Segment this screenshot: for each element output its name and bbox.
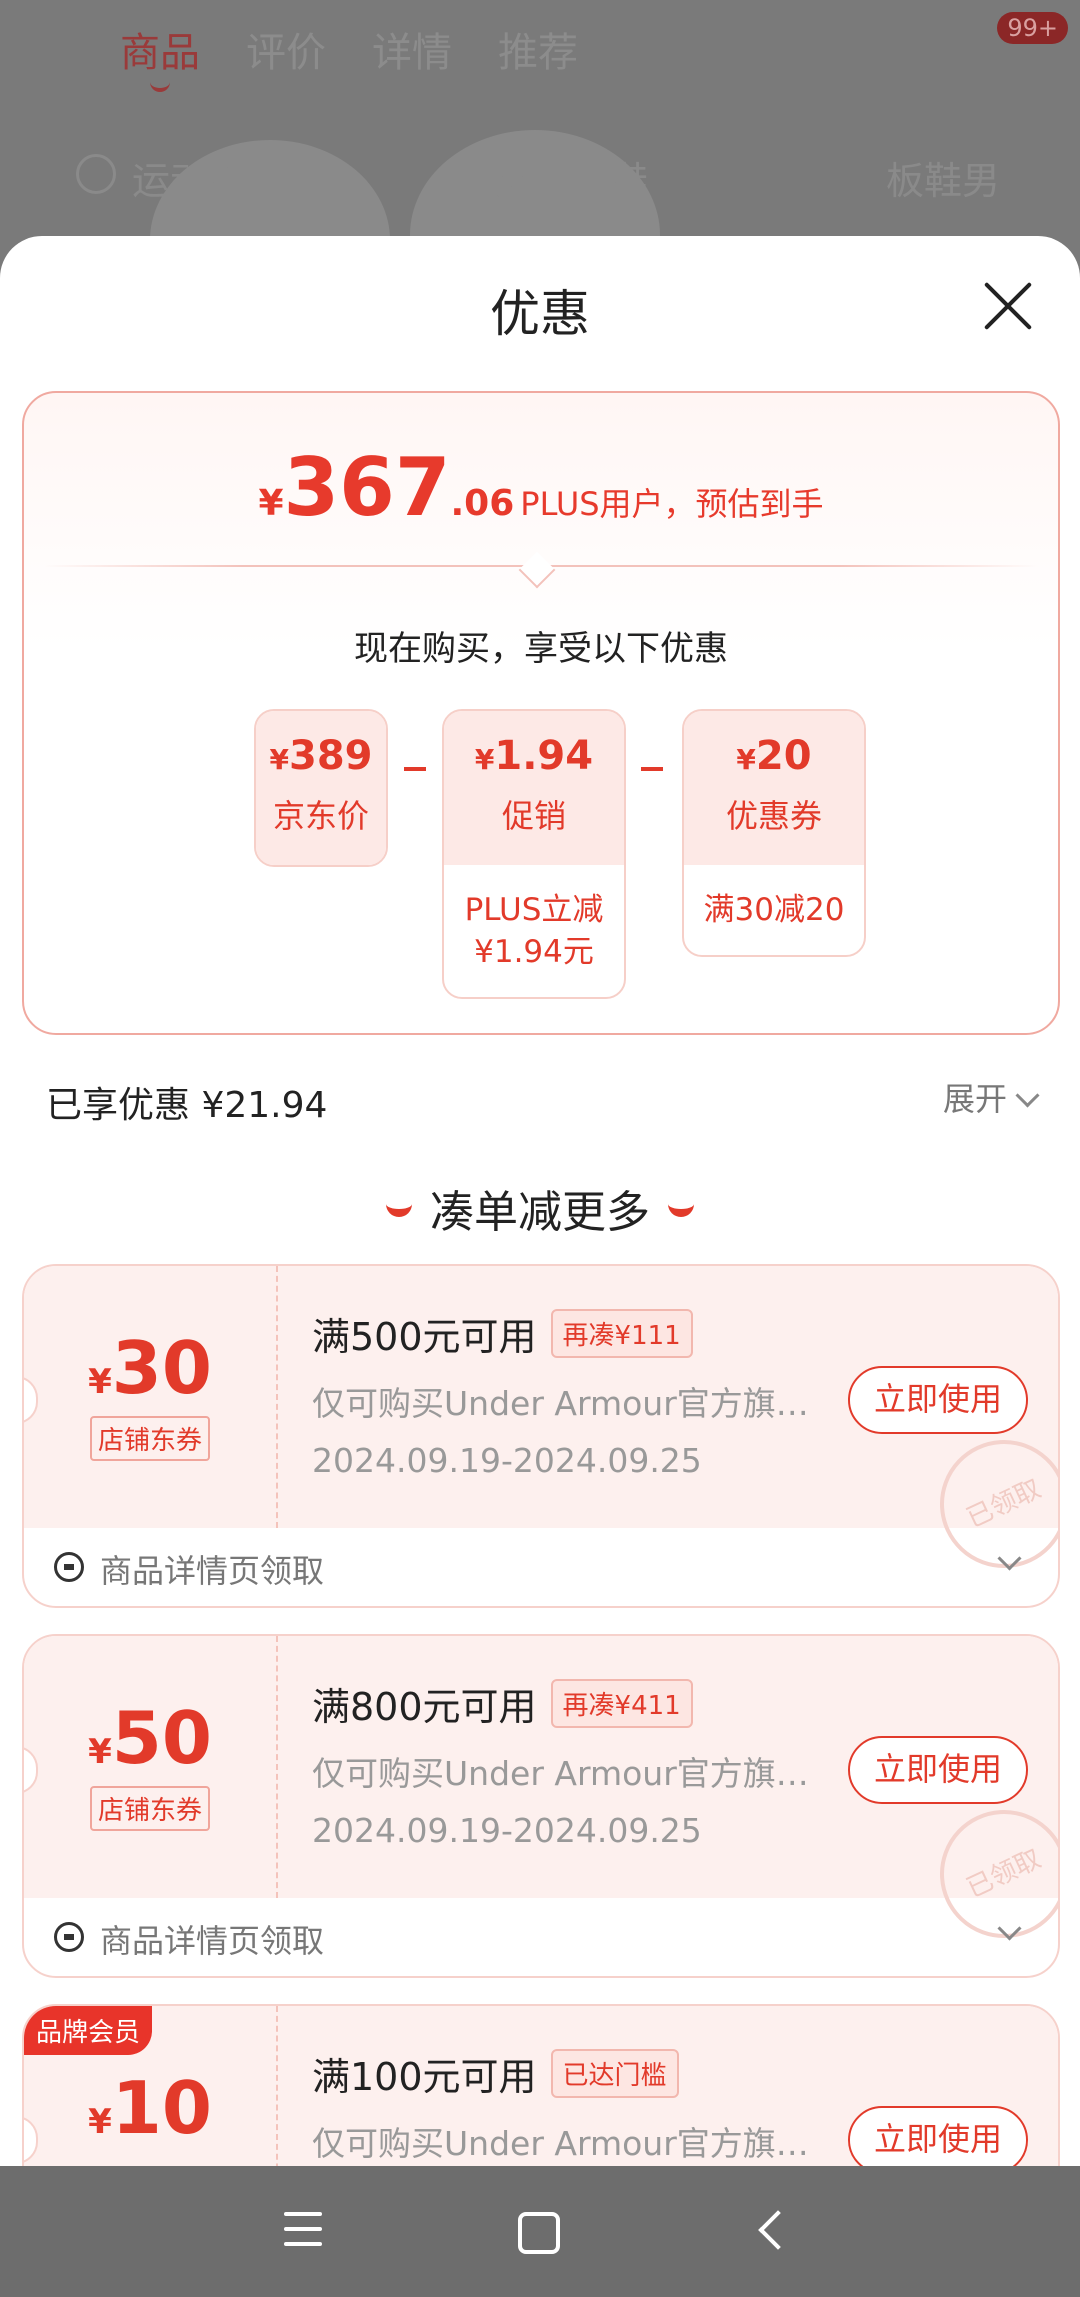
chip-label[interactable]: 运动鞋男 [132,150,284,205]
smile-icon [668,1195,694,1217]
coupon-source: 商品详情页领取 [100,1922,325,1960]
message-count-badge: 99+ [997,12,1068,44]
estimated-price: ¥367.06 PLUS用户，预估到手 [24,441,1058,534]
promotion-detail: PLUS立减 ¥1.94元 [464,892,604,970]
coupon-type: 店铺东券 [89,1416,210,1461]
enjoyed-discount: 已享优惠 ¥21.94 [46,1085,328,1126]
brand-member-badge: 品牌会员 [24,2006,153,2055]
product-tabs: 商品 评价 详情 推荐 [120,20,578,92]
use-now-button[interactable]: 立即使用 [848,2106,1028,2166]
smile-icon [386,1195,412,1217]
menu-icon[interactable] [284,2212,322,2257]
coupon-footer[interactable]: 商品详情页领取 [24,1898,1058,1976]
coupon-amount: 20 [755,733,812,779]
back-icon[interactable] [758,2210,798,2250]
home-icon[interactable] [518,2212,560,2254]
coupon-tag: 再凑¥111 [550,1309,693,1358]
coupon-detail: 满30减20 [703,892,845,928]
chevron-down-icon [997,1916,1022,1941]
use-now-button[interactable]: 立即使用 [848,1736,1028,1804]
tab-recommend[interactable]: 推荐 [498,20,578,78]
more-title-label: 凑单减更多 [430,1187,650,1238]
expand-label: 展开 [942,1080,1007,1118]
coupon-value: 10 [111,2066,212,2150]
minus-sign [641,767,663,771]
coupon-date: 2024.09.19-2024.09.25 [312,1441,702,1480]
minus-sign [404,767,426,771]
radio-icon [76,154,116,194]
jd-price-block: ¥389 京东价 [254,709,388,867]
coupon-icon [54,1552,84,1582]
promotion-amount: 1.94 [494,733,594,779]
coupon-type: 店铺东券 [89,1786,210,1831]
coupon-value: 50 [111,1696,212,1780]
discount-sheet: 优惠 ¥367.06 PLUS用户，预估到手 现在购买，享受以下优惠 ¥389 京东… [0,236,1080,2166]
buy-now-text: 现在购买，享受以下优惠 [354,629,728,669]
coupon-tag: 再凑¥411 [550,1679,693,1728]
close-icon[interactable] [982,280,1034,332]
sheet-title: 优惠 [490,285,590,343]
coupon-description: 仅可购买Under Armour官方旗… [312,1754,809,1793]
divider-arrow [518,551,556,589]
coupon-value: 30 [111,1326,212,1410]
price-integer: 367 [283,441,451,534]
coupon-description: 仅可购买Under Armour官方旗… [312,2124,809,2163]
coupon-card: ¥50 店铺东券 满800元可用 再凑¥411 仅可购买Under Armour官… [22,1634,1060,1978]
tab-details[interactable]: 详情 [372,20,452,78]
coupon-source: 商品详情页领取 [100,1552,325,1590]
expand-button[interactable]: 展开 [942,1074,1040,1120]
coupon-icon [54,1922,84,1952]
coupon-footer[interactable]: 商品详情页领取 [24,1528,1058,1606]
coupon-block: ¥20 优惠券 满30减20 [682,709,866,957]
jd-price-label: 京东价 [272,797,369,835]
promotion-block: ¥1.94 促销 PLUS立减 ¥1.94元 [442,709,626,999]
coupon-description: 仅可购买Under Armour官方旗… [312,1384,809,1423]
currency-symbol: ¥ [258,483,284,524]
coupon-condition: 满800元可用 [312,1685,537,1729]
coupon-date: 2024.09.19-2024.09.25 [312,1811,702,1850]
promotion-label: 促销 [501,797,566,835]
use-now-button[interactable]: 立即使用 [848,1366,1028,1434]
price-summary-card: ¥367.06 PLUS用户，预估到手 现在购买，享受以下优惠 ¥389 京东价 ¥… [22,391,1060,1035]
chevron-down-icon [1015,1083,1040,1108]
system-nav-bar [0,2166,1080,2297]
coupon-condition: 满100元可用 [312,2055,537,2099]
chip-label[interactable]: 板鞋男 [886,150,1000,205]
coupon-label: 优惠券 [725,797,822,835]
price-note: PLUS用户，预估到手 [520,485,824,523]
coupon-card: ¥30 店铺东券 满500元可用 再凑¥111 仅可购买Under Armour官… [22,1264,1060,1608]
coupon-tag: 已达门槛 [550,2049,679,2098]
jd-price-amount: 389 [288,733,373,779]
tab-product[interactable]: 商品 [120,20,200,92]
price-decimal: .06 [450,483,515,524]
chevron-down-icon [997,1546,1022,1571]
coupon-card: 品牌会员 ¥10 满100元可用 已达门槛 仅可购买Under Armour官方旗… [22,2004,1060,2166]
coupon-condition: 满500元可用 [312,1315,537,1359]
chip-label[interactable]: 彪马男鞋 [496,150,648,205]
more-discount-title: 凑单减更多 [0,1176,1080,1240]
tab-reviews[interactable]: 评价 [246,20,326,78]
